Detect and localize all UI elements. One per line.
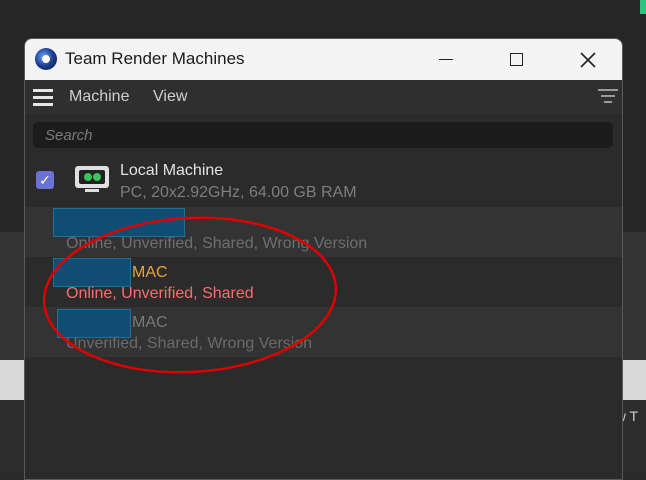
- background-green-accent: [640, 0, 646, 14]
- minimize-icon: [439, 58, 453, 61]
- menu-machine[interactable]: Machine: [69, 88, 129, 106]
- title-bar[interactable]: Team Render Machines: [25, 39, 622, 80]
- maximize-button[interactable]: [493, 39, 539, 80]
- maximize-icon: [509, 53, 523, 66]
- machine-row-local[interactable]: ✓ Local Machine PC, 20x2.92GHz, 64.00 GB…: [25, 157, 622, 207]
- filter-icon[interactable]: [598, 89, 618, 105]
- machine-details: PC, 20x2.92GHz, 64.00 GB RAM: [120, 184, 357, 201]
- search-input[interactable]: Search: [33, 122, 613, 148]
- minimize-button[interactable]: [423, 39, 469, 80]
- machine-row[interactable]: Online, Unverified, Shared, Wrong Versio…: [25, 207, 622, 257]
- redacted-machine-name: [53, 258, 131, 287]
- machine-name: MAC: [132, 314, 168, 331]
- close-icon: [580, 51, 596, 68]
- redacted-machine-name: [57, 309, 131, 338]
- close-button[interactable]: [565, 39, 611, 80]
- computer-monitor-icon: [75, 166, 109, 192]
- redacted-machine-name: [53, 208, 185, 237]
- machine-row[interactable]: MAC Unverified, Shared, Wrong Version: [25, 307, 622, 357]
- checkbox-check-icon: ✓: [39, 172, 51, 188]
- menu-bar: Machine View: [25, 80, 622, 114]
- machine-status: Unverified, Shared, Wrong Version: [66, 335, 313, 352]
- team-render-machines-window: Team Render Machines Machine View Search…: [24, 38, 623, 480]
- app-logo-icon: [35, 48, 57, 70]
- machine-checkbox[interactable]: ✓: [36, 171, 54, 189]
- machine-name: MAC: [132, 264, 168, 281]
- window-title: Team Render Machines: [65, 49, 245, 68]
- machine-name: Local Machine: [120, 162, 224, 179]
- machine-status: Online, Unverified, Shared, Wrong Versio…: [66, 235, 368, 252]
- hamburger-menu-icon[interactable]: [33, 89, 53, 106]
- machine-row[interactable]: MAC Online, Unverified, Shared: [25, 257, 622, 307]
- machine-status: Online, Unverified, Shared: [66, 285, 254, 302]
- menu-view[interactable]: View: [153, 88, 187, 106]
